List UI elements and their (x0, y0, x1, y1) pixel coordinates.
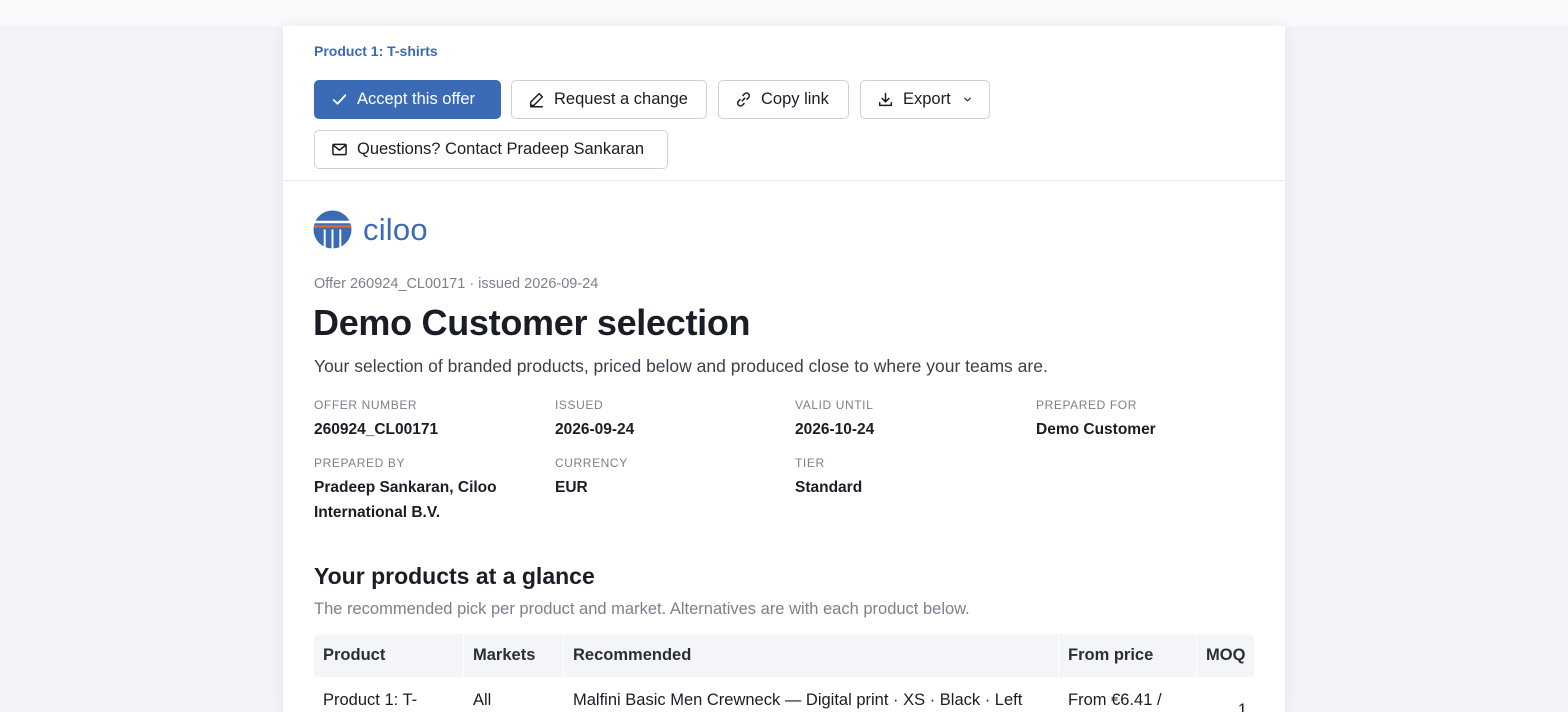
brand-name: ciloo (363, 211, 428, 247)
meta-valid-until: VALID UNTIL 2026-10-24 (795, 398, 1025, 442)
cell-recommended: Malfini Basic Men Crewneck — Digital pri… (573, 691, 1023, 709)
action-toolbar: Product 1: T-shirts Accept this offer Re… (283, 26, 1285, 181)
copy-link-button[interactable]: Copy link (718, 80, 849, 119)
cell-product: Product 1: T- (323, 691, 418, 709)
intro-text: Your selection of branded products, pric… (314, 356, 1048, 376)
check-icon (332, 94, 347, 105)
request-change-button[interactable]: Request a change (511, 80, 707, 119)
offer-sheet: Product 1: T-shirts Accept this offer Re… (283, 26, 1285, 712)
meta-value: EUR (555, 479, 588, 496)
meta-prepared-for: PREPARED FOR Demo Customer (1036, 398, 1266, 442)
meta-tier: TIER Standard (795, 456, 1025, 500)
table-row[interactable]: Product 1: T- All Malfini Basic Men Crew… (314, 677, 1254, 712)
column-header-moq: MOQ (1206, 646, 1246, 664)
accept-offer-label: Accept this offer (357, 90, 476, 108)
meta-currency: CURRENCY EUR (555, 456, 785, 500)
meta-label: PREPARED BY (314, 456, 406, 470)
ciloo-logo-icon (313, 210, 352, 249)
brand-logo: ciloo (313, 210, 428, 249)
meta-label: ISSUED (555, 398, 604, 412)
meta-issued: ISSUED 2026-09-24 (555, 398, 785, 442)
table-header: Product Markets Recommended From price M… (314, 634, 1254, 677)
offer-line: Offer 260924_CL00171 · issued 2026-09-24 (314, 276, 599, 292)
meta-label: CURRENCY (555, 456, 628, 470)
meta-value: Demo Customer (1036, 421, 1156, 438)
column-header-markets: Markets (464, 634, 564, 677)
chevron-down-icon (963, 97, 971, 102)
top-bar (0, 0, 1568, 26)
cell-moq: 1 (1237, 701, 1247, 712)
meta-offer-number: OFFER NUMBER 260924_CL00171 (314, 398, 544, 442)
products-table: Product Markets Recommended From price M… (314, 634, 1254, 712)
meta-value: Pradeep Sankaran, Ciloo International B.… (314, 479, 497, 521)
accept-offer-button[interactable]: Accept this offer (314, 80, 501, 119)
meta-value: 2026-10-24 (795, 421, 875, 438)
meta-label: OFFER NUMBER (314, 398, 418, 412)
contact-button[interactable]: Questions? Contact Pradeep Sankaran (314, 130, 668, 169)
request-change-label: Request a change (554, 90, 688, 108)
cell-price: From €6.41 / (1068, 691, 1162, 709)
page-title: Demo Customer selection (313, 302, 751, 343)
section-heading: Your products at a glance (314, 563, 595, 589)
link-icon (736, 92, 751, 107)
mail-icon (332, 143, 347, 156)
export-label: Export (903, 90, 951, 108)
download-icon (878, 92, 893, 107)
meta-label: VALID UNTIL (795, 398, 874, 412)
meta-value: 260924_CL00171 (314, 421, 439, 438)
meta-label: TIER (795, 456, 825, 470)
export-dropdown-button[interactable]: Export (860, 80, 990, 119)
pencil-icon (529, 92, 544, 108)
contact-label: Questions? Contact Pradeep Sankaran (357, 140, 645, 158)
meta-prepared-by: PREPARED BY Pradeep Sankaran, Ciloo Inte… (314, 456, 529, 525)
copy-link-label: Copy link (761, 90, 829, 108)
meta-value: Standard (795, 479, 863, 496)
section-subtitle: The recommended pick per product and mar… (314, 600, 970, 618)
breadcrumb[interactable]: Product 1: T-shirts (314, 43, 438, 59)
meta-value: 2026-09-24 (555, 421, 635, 438)
column-header-recommended: Recommended (564, 634, 1059, 677)
column-header-product: Product (314, 634, 464, 677)
cell-markets: All (473, 691, 492, 709)
meta-label: PREPARED FOR (1036, 398, 1137, 412)
column-header-from-price: From price (1059, 634, 1197, 677)
